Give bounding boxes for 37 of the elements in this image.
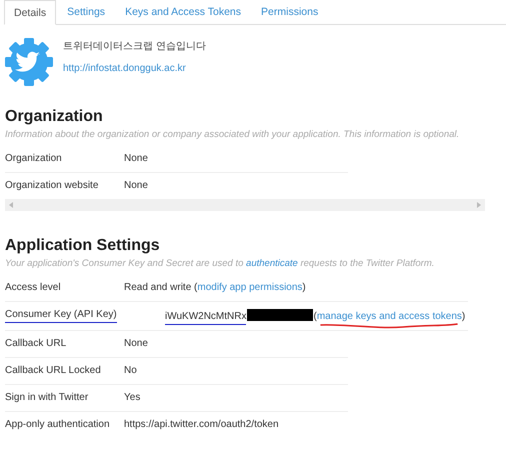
- field-label: Access level: [5, 282, 61, 293]
- field-value: None: [124, 338, 148, 349]
- tab[interactable]: Keys and Access Tokens: [116, 0, 250, 24]
- tab[interactable]: Permissions: [252, 0, 328, 24]
- field-value: ): [462, 311, 466, 322]
- scroll-left-icon[interactable]: [9, 202, 13, 208]
- field-label: Sign in with Twitter: [5, 392, 88, 403]
- tab[interactable]: Settings: [58, 0, 114, 24]
- field-label: Organization website: [5, 180, 100, 192]
- field-label: Organization: [5, 153, 63, 165]
- field-label: Consumer Key (API Key): [5, 309, 117, 320]
- field-value: Yes: [124, 392, 140, 403]
- field-value: iWuKW2NcMtNRx: [165, 311, 246, 322]
- section-heading: Organization: [5, 108, 104, 126]
- field-value: ): [302, 282, 306, 293]
- field-label: App-only authentication: [5, 419, 110, 430]
- app-name: 트위터데이터스크랩 연습입니다: [63, 40, 206, 53]
- section-description: Your application's Consumer Key and Secret are used to authenticate requests to the Twitter Platform.: [5, 258, 436, 269]
- field-value: (: [313, 311, 317, 322]
- authenticate-link[interactable]: authenticate: [246, 258, 298, 269]
- field-value: Read and write (: [124, 282, 198, 293]
- scroll-right-icon[interactable]: [477, 202, 481, 208]
- tab[interactable]: Details: [4, 0, 56, 25]
- horizontal-scrollbar[interactable]: [5, 199, 485, 211]
- section-description: Information about the organization or company associated with your application. This information is optional.: [5, 129, 460, 140]
- text-link[interactable]: modify app permissions: [197, 282, 302, 293]
- gear-bird-icon: [5, 38, 53, 86]
- field-value: No: [124, 365, 137, 376]
- field-label: Callback URL: [5, 338, 66, 349]
- field-value: None: [124, 180, 148, 192]
- field-label: Callback URL Locked: [5, 365, 101, 376]
- field-value: None: [124, 153, 148, 165]
- field-value: https://api.twitter.com/oauth2/token: [124, 419, 279, 430]
- redaction-bar: [247, 309, 314, 321]
- website-link[interactable]: http://infostat.dongguk.ac.kr: [63, 63, 206, 74]
- text-link[interactable]: manage keys and access tokens: [316, 311, 462, 322]
- section-heading: Application Settings: [5, 237, 161, 255]
